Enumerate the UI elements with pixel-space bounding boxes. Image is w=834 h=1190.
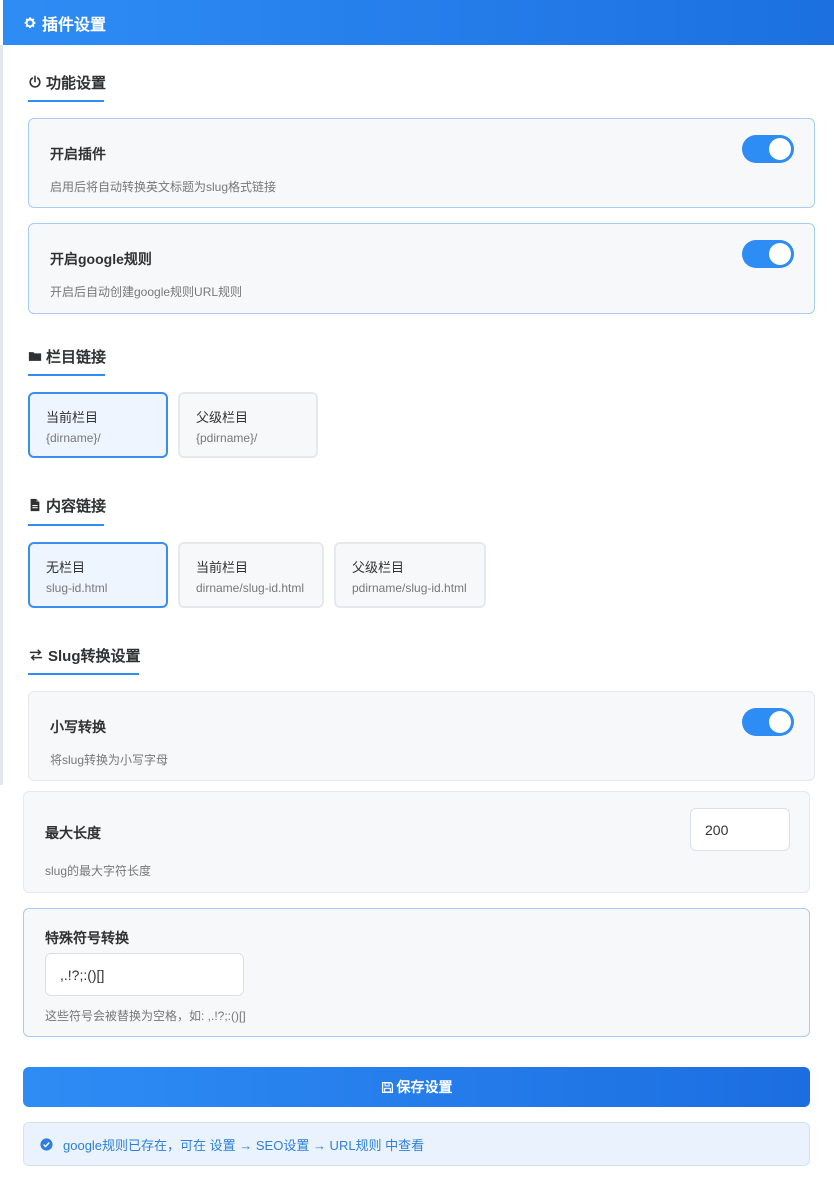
section-underline <box>28 673 139 675</box>
section-underline <box>28 100 104 102</box>
setting-card-enable-google: 开启google规则 开启后自动创建google规则URL规则 <box>28 223 815 314</box>
setting-title: 开启google规则 <box>50 251 152 267</box>
option-label: 当前栏目 <box>196 560 249 575</box>
section-label: Slug转换设置 <box>48 647 141 665</box>
option-label: 父级栏目 <box>196 410 249 425</box>
option-label: 父级栏目 <box>352 560 405 575</box>
content-option-none[interactable]: 无栏目 slug-id.html <box>28 542 168 608</box>
power-icon <box>29 75 41 88</box>
settings-header: 插件设置 <box>3 0 834 45</box>
section-label: 内容链接 <box>46 497 107 515</box>
toggle-knob <box>769 243 791 265</box>
setting-desc: 启用后将自动转换英文标题为slug格式链接 <box>50 180 277 194</box>
setting-title: 小写转换 <box>50 719 106 735</box>
setting-title: 开启插件 <box>50 146 106 162</box>
setting-desc: slug的最大字符长度 <box>45 864 152 878</box>
setting-card-lowercase: 小写转换 将slug转换为小写字母 <box>28 691 815 781</box>
section-title-content: 内容链接 <box>28 494 106 516</box>
section-title-function: 功能设置 <box>28 71 106 93</box>
save-icon <box>381 1081 393 1093</box>
toggle-knob <box>769 711 791 733</box>
setting-title: 特殊符号转换 <box>45 930 129 946</box>
left-border <box>0 45 3 785</box>
content-option-current[interactable]: 当前栏目 dirname/slug-id.html <box>178 542 324 608</box>
option-pattern: {pdirname}/ <box>196 431 258 445</box>
section-label: 栏目链接 <box>46 348 107 366</box>
max-length-input[interactable]: 200 <box>690 808 790 851</box>
notice-text: google规则已存在，可在 设置 → SEO设置 → URL规则 中查看 <box>63 1137 425 1153</box>
section-title-slug: Slug转换设置 <box>28 644 141 666</box>
setting-desc: 将slug转换为小写字母 <box>50 753 169 767</box>
info-notice: google规则已存在，可在 设置 → SEO设置 → URL规则 中查看 <box>23 1122 810 1166</box>
option-label: 当前栏目 <box>46 410 99 425</box>
save-settings-button[interactable]: 保存设置 <box>23 1067 810 1107</box>
section-underline <box>28 374 105 376</box>
section-title-category: 栏目链接 <box>28 345 106 367</box>
setting-card-special-chars: 特殊符号转换 ,.!?;:()[] 这些符号会被替换为空格，如: ,.!?;:(… <box>23 908 810 1037</box>
enable-google-toggle[interactable] <box>742 240 794 268</box>
setting-title: 最大长度 <box>45 825 101 841</box>
option-pattern: pdirname/slug-id.html <box>352 581 467 595</box>
toggle-knob <box>769 138 791 160</box>
setting-desc: 这些符号会被替换为空格，如: ,.!?;:()[] <box>45 1009 246 1023</box>
option-label: 无栏目 <box>46 560 86 575</box>
gear-icon <box>24 16 36 28</box>
exchange-icon <box>29 649 43 661</box>
setting-card-max-length: 最大长度 slug的最大字符长度 200 <box>23 791 810 893</box>
file-icon <box>30 498 40 512</box>
setting-card-enable-plugin: 开启插件 启用后将自动转换英文标题为slug格式链接 <box>28 118 815 208</box>
option-pattern: dirname/slug-id.html <box>196 581 305 595</box>
setting-desc: 开启后自动创建google规则URL规则 <box>50 285 243 299</box>
save-button-label: 保存设置 <box>396 1079 453 1095</box>
content-option-parent[interactable]: 父级栏目 pdirname/slug-id.html <box>334 542 486 608</box>
lowercase-toggle[interactable] <box>742 708 794 736</box>
page-title: 插件设置 <box>42 16 107 34</box>
category-option-current[interactable]: 当前栏目 {dirname}/ <box>28 392 168 458</box>
special-chars-input[interactable]: ,.!?;:()[] <box>45 953 244 996</box>
enable-plugin-toggle[interactable] <box>742 135 794 163</box>
option-pattern: slug-id.html <box>46 581 108 595</box>
option-pattern: {dirname}/ <box>46 431 101 445</box>
section-label: 功能设置 <box>46 74 107 92</box>
section-underline <box>28 524 104 526</box>
category-option-parent[interactable]: 父级栏目 {pdirname}/ <box>178 392 318 458</box>
folder-icon <box>28 352 42 361</box>
check-circle-icon <box>40 1137 53 1151</box>
